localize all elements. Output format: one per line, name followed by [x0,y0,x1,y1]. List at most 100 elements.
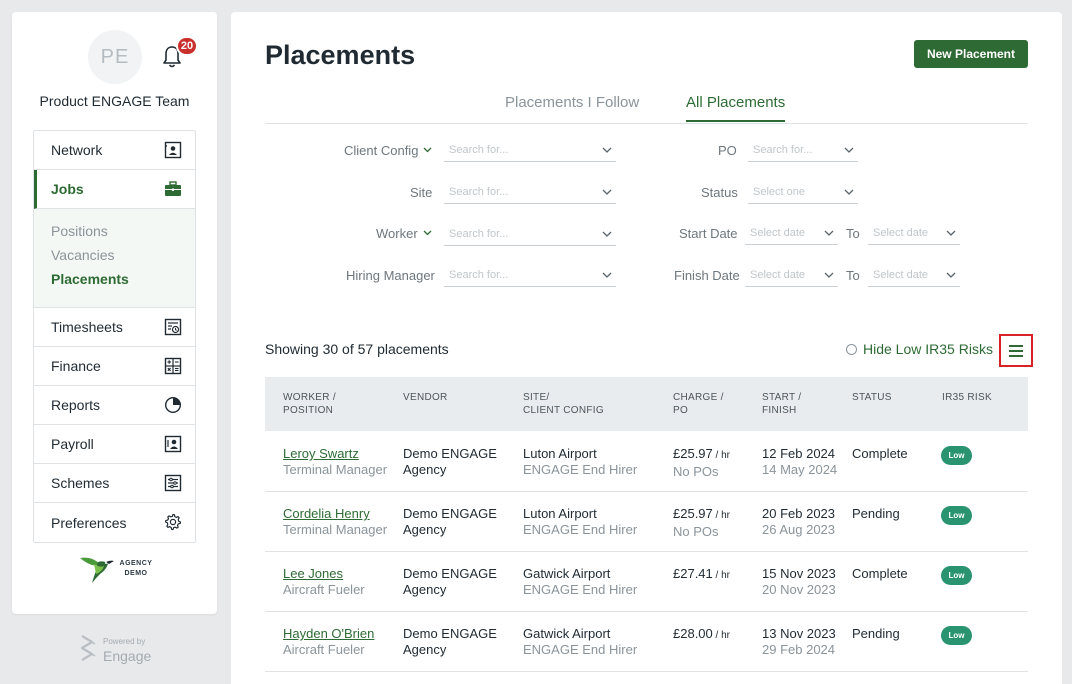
tab-all-placements[interactable]: All Placements [686,94,786,122]
column-header-start[interactable]: START / FINISH [762,391,801,417]
chevron-down-icon [946,230,956,236]
status-text: Complete [852,566,908,581]
contact-card-icon [164,141,182,159]
column-header-worker[interactable]: WORKER / POSITION [283,391,336,417]
filter-client-config-label[interactable]: Client Config [344,143,432,158]
ir35-risk-badge: Low [941,626,972,645]
gear-icon [165,513,181,531]
chevron-down-icon [946,272,956,278]
status-text: Pending [852,506,900,521]
status-text: Pending [852,626,900,641]
chevron-down-icon [844,189,854,195]
new-placement-button[interactable]: New Placement [914,40,1028,68]
sliders-icon [164,474,182,492]
tab-placements-i-follow[interactable]: Placements I Follow [505,94,639,111]
sidebar-item-payroll[interactable]: Payroll [34,425,195,464]
worker-link[interactable]: Lee Jones [283,566,343,581]
start-date-to-picker[interactable]: Select date [868,223,960,245]
sidebar: PE 20 Product ENGAGE Team Network Jobs P… [12,12,217,614]
hide-low-ir35-toggle[interactable]: Hide Low IR35 Risks [846,341,993,357]
sidebar-item-label: Jobs [51,181,84,197]
column-header-ir35[interactable]: IR35 RISK [942,391,992,404]
subnav-placements[interactable]: Placements [51,269,195,293]
filter-start-date-label: Start Date [679,226,738,241]
sidebar-item-preferences[interactable]: Preferences [34,503,195,542]
site-search-input[interactable]: Search for... [444,182,616,204]
payroll-icon [164,435,182,453]
finish-date-to-picker[interactable]: Select date [868,265,960,287]
ir35-risk-badge: Low [941,506,972,525]
filter-po-label: PO [718,143,737,158]
jobs-subnav: Positions Vacancies Placements [34,209,195,308]
chevron-down-icon [602,147,612,153]
ir35-risk-badge: Low [941,446,972,465]
column-menu-button[interactable] [999,334,1033,367]
sidebar-item-label: Preferences [51,514,127,531]
sidebar-item-label: Schemes [51,475,110,491]
po-search-input[interactable]: Search for... [748,140,858,162]
finish-date-to-label: To [846,268,860,283]
sidebar-item-label: Timesheets [51,319,123,335]
subnav-vacancies[interactable]: Vacancies [51,245,195,269]
sidebar-item-label: Finance [51,358,101,374]
avatar[interactable]: PE [88,30,142,84]
calculator-icon [164,357,182,375]
status-text: Complete [852,446,908,461]
sidebar-item-label: Network [51,142,103,158]
start-date-to-label: To [846,226,860,241]
filter-status-label: Status [701,185,738,200]
sidebar-item-timesheets[interactable]: Timesheets [34,308,195,347]
worker-link[interactable]: Cordelia Henry [283,506,370,521]
chevron-down-icon [423,230,432,236]
table-header: WORKER / POSITION VENDOR SITE/CLIENT CONF… [265,377,1028,431]
chevron-down-icon [824,230,834,236]
engage-logo-icon [80,635,96,661]
chevron-down-icon [602,189,612,195]
agency-logo-text: AGENCY DEMO [119,560,153,577]
hamburger-icon [1009,345,1023,347]
powered-brand: Engage [103,648,152,664]
pie-chart-icon [164,396,182,414]
status-select[interactable]: Select one [748,182,858,204]
notification-badge: 20 [176,36,198,56]
sidebar-item-jobs[interactable]: Jobs [34,170,195,209]
chevron-down-icon [602,272,612,278]
table-row[interactable]: Leroy Swartz Terminal Manager Demo ENGAGE… [265,432,1028,492]
column-header-status[interactable]: STATUS [852,391,892,404]
chevron-down-icon [824,272,834,278]
sidebar-item-finance[interactable]: Finance [34,347,195,386]
start-date-from-picker[interactable]: Select date [745,223,838,245]
chevron-down-icon [602,231,612,237]
finish-date-from-picker[interactable]: Select date [745,265,838,287]
main-panel: Placements New Placement Placements I Fo… [231,12,1062,684]
column-header-site[interactable]: SITE/CLIENT CONFIG [523,391,604,417]
column-header-charge[interactable]: CHARGE / PO [673,391,724,417]
sidebar-item-label: Payroll [51,436,94,452]
timesheet-icon [164,318,182,336]
worker-search-input[interactable]: Search for... [444,224,616,246]
worker-link[interactable]: Leroy Swartz [283,446,359,461]
sidebar-nav: Network Jobs Positions Vacancies Placeme… [33,130,196,543]
filter-worker-label[interactable]: Worker [376,226,432,241]
table-row[interactable]: Cordelia Henry Terminal Manager Demo ENGA… [265,492,1028,552]
filter-site-label: Site [410,185,433,200]
powered-by-label: Powered by [103,637,146,646]
briefcase-icon [165,181,181,196]
filter-hiring-manager-label: Hiring Manager [346,268,435,283]
client-config-search-input[interactable]: Search for... [444,140,616,162]
table-row[interactable]: Hayden O'Brien Aircraft Fueler Demo ENGAG… [265,612,1028,672]
sidebar-item-schemes[interactable]: Schemes [34,464,195,503]
page-title: Placements [265,40,416,70]
worker-link[interactable]: Hayden O'Brien [283,626,374,641]
sidebar-item-reports[interactable]: Reports [34,386,195,425]
chevron-down-icon [844,147,854,153]
results-count: Showing 30 of 57 placements [265,341,449,357]
subnav-positions[interactable]: Positions [51,221,195,245]
hiring-manager-search-input[interactable]: Search for... [444,265,616,287]
sidebar-item-network[interactable]: Network [34,131,195,170]
column-header-vendor[interactable]: VENDOR [403,391,448,404]
chevron-down-icon [423,147,432,153]
filter-finish-date-label: Finish Date [674,268,740,283]
table-row[interactable]: Lee Jones Aircraft Fueler Demo ENGAGE Agen… [265,552,1028,612]
radio-icon [846,344,857,355]
